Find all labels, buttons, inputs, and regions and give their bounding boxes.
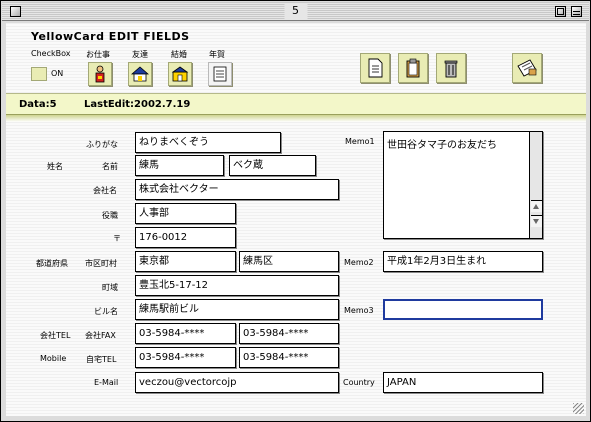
kaisha-fax-field[interactable]: 03-5984-**** [239,323,339,344]
church-icon[interactable] [168,62,192,86]
label-memo3: Memo3 [344,306,374,315]
checkbox-state: ON [51,69,64,78]
label-mobile: Mobile [40,354,67,363]
clipboard-icon[interactable] [398,53,428,83]
todofuken-field[interactable]: 東京都 [135,251,236,272]
label-yakushoku: 役職 [102,211,118,220]
scroll-up-icon[interactable] [531,200,542,212]
label-memo1: Memo1 [345,137,375,146]
label-shimei: 姓名 [47,162,63,171]
label-kaisha: 会社名 [93,186,117,195]
app-window: 5 YellowCard EDIT FIELDS CheckBox ON お仕事… [0,0,591,422]
shikuchoson-field[interactable]: 練馬区 [239,251,339,272]
jitaku-tel-field[interactable]: 03-5984-**** [239,347,339,368]
label-kaisha-tel: 会社TEL [40,331,71,340]
window-title: 5 [284,3,307,19]
email-field[interactable]: veczou@vectorcojp [135,372,339,393]
letter-icon[interactable] [512,53,542,83]
checkbox-toggle[interactable] [31,67,47,81]
label-kaisha-fax: 会社FAX [85,331,116,340]
close-box-icon[interactable] [10,6,21,17]
memo1-scrollbar[interactable] [529,132,542,238]
label-email: E-Mail [94,378,119,387]
memo1-textarea[interactable]: 世田谷タマ子のお友だち [383,131,543,239]
label-furigana: ふりがな [86,140,118,149]
country-field[interactable]: JAPAN [383,372,543,393]
sei-field[interactable]: 練馬 [135,155,224,176]
scroll-down-icon[interactable] [531,215,542,227]
trash-icon[interactable] [436,53,466,83]
label-memo2: Memo2 [344,258,374,267]
resize-grip-icon[interactable] [573,403,584,414]
checkbox-label: CheckBox [31,49,71,58]
house-icon[interactable] [128,62,152,86]
document-icon[interactable] [360,53,390,83]
memo3-field[interactable] [383,299,543,320]
label-yubin: 〒 [113,234,121,243]
app-title: YellowCard EDIT FIELDS [31,30,190,43]
collapse-box-icon[interactable] [571,6,582,17]
yubin-field[interactable]: 176-0012 [135,227,236,248]
last-edit-date: LastEdit:2002.7.19 [84,99,191,110]
record-number: Data:5 [19,99,57,110]
mobile-field[interactable]: 03-5984-**** [135,347,236,368]
choban-field[interactable]: 豊玉北5-17-12 [135,275,339,296]
label-jitaku-tel: 自宅TEL [86,355,117,364]
kaisha-field[interactable]: 株式会社ベクター [135,179,339,200]
memo1-text: 世田谷タマ子のお友だち [387,140,497,151]
yakushoku-field[interactable]: 人事部 [135,203,236,224]
label-todofuken: 都道府県 [36,259,68,268]
furigana-field[interactable]: ねりまべくぞう [135,132,281,153]
label-namae: 名前 [102,162,118,171]
category-label-work: お仕事 [86,50,110,59]
band-shadow [6,115,586,122]
status-bar: Data:5 LastEdit:2002.7.19 [6,93,586,115]
card-icon[interactable] [208,62,232,86]
edit-form: YellowCard EDIT FIELDS CheckBox ON お仕事 友… [6,23,586,416]
category-label-marriage: 結婚 [171,50,187,59]
zoom-box-icon[interactable] [555,6,566,17]
person-icon[interactable] [88,62,112,86]
label-biru: ビル名 [94,307,118,316]
biru-field[interactable]: 練馬駅前ビル [135,299,339,320]
title-bar[interactable]: 5 [2,2,589,21]
label-shikuchoson: 市区町村 [85,259,117,268]
mei-field[interactable]: ベク蔵 [229,155,316,176]
category-label-friend: 友達 [132,50,148,59]
label-choban: 町域 [102,283,118,292]
label-country: Country [343,378,375,387]
memo2-field[interactable]: 平成1年2月3日生まれ [383,251,543,272]
kaisha-tel-field[interactable]: 03-5984-**** [135,323,236,344]
category-label-newyear: 年賀 [209,50,225,59]
